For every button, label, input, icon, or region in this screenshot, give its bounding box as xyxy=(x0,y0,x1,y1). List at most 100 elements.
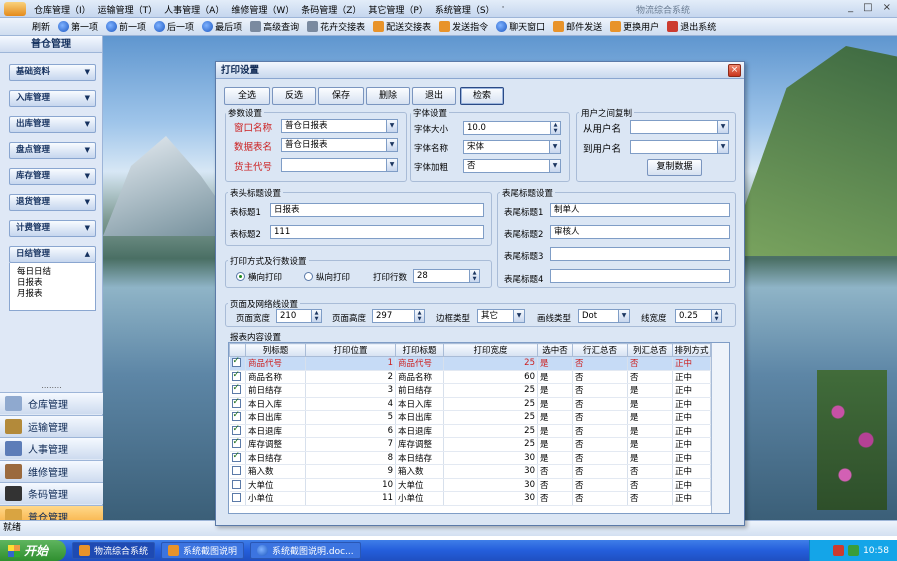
row-checkbox[interactable] xyxy=(231,479,241,489)
sidebar-subitem[interactable]: 每日日结 xyxy=(17,267,88,278)
portrait-radio[interactable] xyxy=(236,272,245,281)
menu-item[interactable]: 系统管理（S） xyxy=(435,3,495,16)
row-checkbox[interactable] xyxy=(231,397,241,408)
column-header[interactable]: 行汇总否 xyxy=(572,343,628,357)
row-checkbox[interactable] xyxy=(231,357,241,368)
column-header[interactable] xyxy=(229,343,246,357)
toolbar-button[interactable]: 邮件发送 xyxy=(553,20,602,33)
tray-icon[interactable] xyxy=(848,545,860,556)
toolbar-button[interactable]: 退出系统 xyxy=(667,20,716,33)
line-width-input[interactable]: 0.25 ▲ ▼ xyxy=(675,309,722,323)
menu-item[interactable]: 其它管理（P） xyxy=(368,3,427,16)
chevron-down-icon[interactable]: ▼ xyxy=(717,121,728,133)
footer-title3-input[interactable] xyxy=(550,247,730,261)
menu-item[interactable]: 仓库管理（I） xyxy=(34,3,91,16)
table-row[interactable]: 库存调整7库存调整25是否是正中 xyxy=(229,437,711,452)
table-row[interactable]: 商品名称2商品名称60是否否正中 xyxy=(229,370,711,384)
menu-item[interactable]: 人事管理（A） xyxy=(164,3,224,16)
row-checkbox[interactable] xyxy=(231,451,241,462)
toolbar-button[interactable]: 刷新 xyxy=(32,20,50,33)
line-type-select[interactable]: Dot ▼ xyxy=(578,309,630,323)
nav-barcode[interactable]: 条码管理 xyxy=(0,482,103,504)
table-row[interactable]: 本日退库6本日退库25是否是正中 xyxy=(229,424,711,438)
menu-overflow[interactable]: · xyxy=(502,3,505,16)
row-checkbox-cell[interactable] xyxy=(229,410,246,425)
column-header[interactable]: 排列方式 xyxy=(672,343,711,357)
table-row[interactable]: 本日出库5本日出库25是否是正中 xyxy=(229,410,711,425)
row-checkbox[interactable] xyxy=(231,424,241,435)
column-header[interactable]: 打印位置 xyxy=(305,343,396,357)
menu-item[interactable]: 条码管理（Z） xyxy=(301,3,361,16)
header-title1-input[interactable]: 日报表 xyxy=(270,203,484,217)
window-name-select[interactable]: 普仓日报表 ▼ xyxy=(281,119,398,133)
save-button[interactable]: 保存 xyxy=(318,87,364,105)
task-doc[interactable]: 系统截图说明.doc... xyxy=(250,542,361,559)
task-folder[interactable]: 系统截图说明 xyxy=(161,542,245,559)
toolbar-button[interactable]: 发送指令 xyxy=(439,20,488,33)
row-checkbox-cell[interactable] xyxy=(229,424,246,438)
column-header[interactable]: 打印宽度 xyxy=(443,343,538,357)
column-header[interactable]: 列标题 xyxy=(245,343,306,357)
row-checkbox-cell[interactable] xyxy=(229,464,246,479)
chevron-down-icon[interactable]: ▼ xyxy=(513,310,524,322)
sidebar-group[interactable]: 出库管理 ▼ xyxy=(9,116,96,133)
nav-splitter[interactable]: ........ xyxy=(0,381,103,390)
landscape-radio[interactable] xyxy=(304,272,313,281)
maximize-button[interactable]: □ xyxy=(863,2,872,13)
copy-data-button[interactable]: 复制数据 xyxy=(647,159,702,176)
table-row[interactable]: 大单位 10 大单位 30 否否否正中 xyxy=(229,478,711,492)
spinner-icon[interactable]: ▲ ▼ xyxy=(469,270,479,282)
tray-icon[interactable] xyxy=(833,545,845,556)
row-checkbox-cell[interactable] xyxy=(229,491,246,506)
column-header[interactable]: 打印标题 xyxy=(395,343,444,357)
row-checkbox-cell[interactable] xyxy=(229,478,246,492)
table-row[interactable]: 小单位 11 小单位 30 否否否正中 xyxy=(229,491,711,506)
sidebar-subitem[interactable]: 月报表 xyxy=(17,289,88,300)
delete-button[interactable]: 删除 xyxy=(366,87,410,105)
row-checkbox[interactable] xyxy=(231,411,241,422)
toolbar-button[interactable]: 更换用户 xyxy=(610,20,659,33)
row-checkbox[interactable] xyxy=(231,493,241,503)
menu-item[interactable]: 运输管理（T） xyxy=(98,3,158,16)
owner-select[interactable]: ▼ xyxy=(281,158,398,172)
sidebar-subitem[interactable]: 日报表 xyxy=(17,278,88,289)
sidebar-group[interactable]: 库存管理 ▼ xyxy=(9,168,96,185)
row-checkbox-cell[interactable] xyxy=(229,383,246,398)
table-row[interactable]: 商品代号1商品代号25是否否正中 xyxy=(229,356,711,371)
chevron-down-icon[interactable]: ▼ xyxy=(549,160,560,172)
toolbar-button[interactable]: 配送交接表 xyxy=(373,20,431,33)
table-row[interactable]: 箱入数 9 箱入数 30 否否否正中 xyxy=(229,464,711,479)
spinner-icon[interactable]: ▲ ▼ xyxy=(711,310,721,322)
footer-title4-input[interactable] xyxy=(550,269,730,283)
toolbar-button[interactable]: 第一项 xyxy=(58,20,98,33)
grid-scrollbar[interactable] xyxy=(711,343,729,513)
chevron-down-icon[interactable]: ▼ xyxy=(549,141,560,153)
to-user-select[interactable]: ▼ xyxy=(630,140,729,154)
row-checkbox-cell[interactable] xyxy=(229,451,246,465)
spinner-icon[interactable]: ▲ ▼ xyxy=(550,122,560,134)
row-checkbox[interactable] xyxy=(231,384,241,395)
start-button[interactable]: 开始 xyxy=(0,540,66,561)
table-row[interactable]: 本日结存8本日结存30是否是正中 xyxy=(229,451,711,465)
chevron-down-icon[interactable]: ▼ xyxy=(618,310,629,322)
nav-people[interactable]: 人事管理 xyxy=(0,437,103,459)
nav-truck[interactable]: 运输管理 xyxy=(0,414,103,437)
spinner-icon[interactable]: ▲ ▼ xyxy=(414,310,424,322)
nav-tools[interactable]: 维修管理 xyxy=(0,459,103,482)
table-name-select[interactable]: 普仓日报表 ▼ xyxy=(281,138,398,152)
table-row[interactable]: 本日入库4本日入库25是否是正中 xyxy=(229,397,711,411)
font-name-select[interactable]: 宋体 ▼ xyxy=(463,140,561,154)
row-checkbox[interactable] xyxy=(231,370,241,381)
column-header[interactable]: 选中否 xyxy=(537,343,573,357)
toolbar-button[interactable]: 高级查询 xyxy=(250,20,299,33)
sidebar-group[interactable]: 退货管理 ▼ xyxy=(9,194,96,211)
header-title2-input[interactable]: 111 xyxy=(270,225,484,239)
row-checkbox-cell[interactable] xyxy=(229,437,246,452)
footer-title1-input[interactable]: 制单人 xyxy=(550,203,730,217)
close-window-button[interactable]: × xyxy=(883,2,891,13)
toolbar-button[interactable]: 花卉交接表 xyxy=(307,20,365,33)
page-height-input[interactable]: 297 ▲ ▼ xyxy=(372,309,425,323)
toolbar-button[interactable]: 聊天窗口 xyxy=(496,20,545,33)
table-row[interactable]: 前日结存3前日结存25是否是正中 xyxy=(229,383,711,398)
dialog-close-button[interactable]: × xyxy=(728,64,741,77)
